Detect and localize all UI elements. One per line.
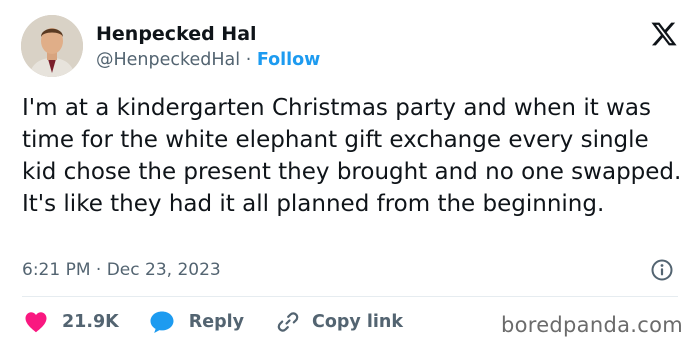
tweet-timestamp[interactable]: 6:21 PM · Dec 23, 2023 xyxy=(22,259,221,281)
author-name[interactable]: Henpecked Hal xyxy=(96,22,257,46)
x-logo-icon[interactable] xyxy=(650,20,678,48)
follow-button[interactable]: Follow xyxy=(257,50,320,70)
heart-icon xyxy=(25,312,47,333)
tweet-date: Dec 23, 2023 xyxy=(106,260,221,280)
like-count: 21.9K xyxy=(62,312,119,332)
copy-link-button[interactable]: Copy link xyxy=(276,310,403,334)
author-handle[interactable]: @HenpeckedHal xyxy=(96,50,240,70)
avatar[interactable] xyxy=(21,15,83,77)
meta-separator: · xyxy=(95,260,102,280)
link-icon xyxy=(277,312,299,332)
divider xyxy=(22,296,678,297)
like-button[interactable]: 21.9K xyxy=(24,311,149,333)
copy-link-label: Copy link xyxy=(312,312,404,332)
tweet-text: I'm at a kindergarten Christmas party an… xyxy=(22,95,682,217)
reply-button[interactable]: Reply xyxy=(149,310,276,334)
handle-separator: · xyxy=(245,50,252,70)
avatar-image xyxy=(21,15,83,77)
reply-label: Reply xyxy=(188,312,245,332)
reply-bubble-icon xyxy=(150,311,174,333)
watermark-text: boredpanda.com xyxy=(500,313,683,337)
tweet-time: 6:21 PM xyxy=(22,260,91,280)
info-icon[interactable] xyxy=(650,258,674,282)
author-handle-row: @HenpeckedHal · Follow xyxy=(96,49,320,71)
action-bar: 21.9K Reply Copy link xyxy=(24,308,403,336)
